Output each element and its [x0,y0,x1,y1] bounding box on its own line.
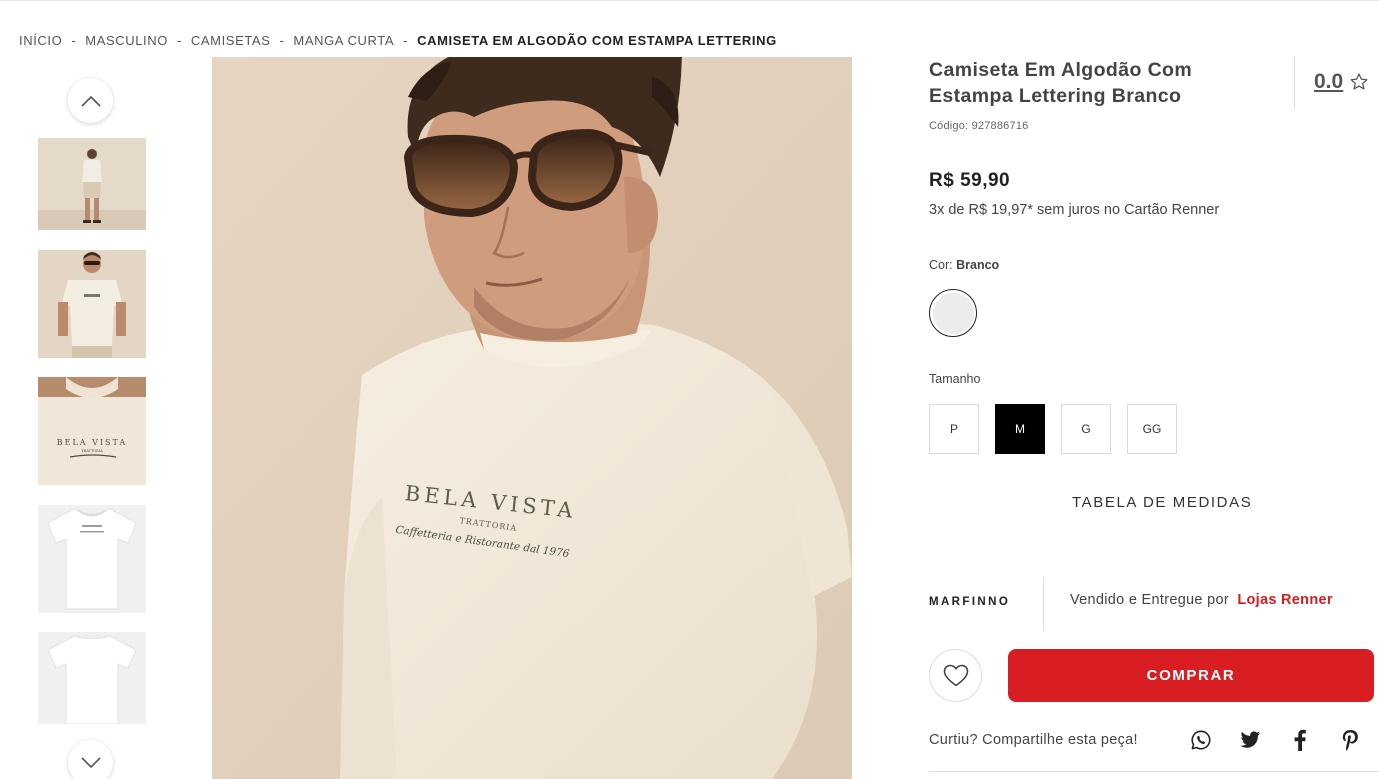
twitter-glyph [1240,731,1261,748]
breadcrumb: INÍCIO - MASCULINO - CAMISETAS - MANGA C… [19,32,777,48]
facebook-glyph [1294,729,1306,751]
whatsapp-icon[interactable] [1189,728,1213,752]
sold-by-text: Vendido e Entregue por [1070,592,1229,608]
breadcrumb-link-masculino[interactable]: MASCULINO [85,33,168,48]
thumbnails-up-button[interactable] [68,78,113,123]
color-label: Cor: Branco [929,258,999,272]
thumbnails-down-button[interactable] [68,740,113,779]
installments-text: 3x de R$ 19,97* sem juros no Cartão Renn… [929,202,1220,218]
svg-text:BELA VISTA: BELA VISTA [57,438,127,447]
share-label: Curtiu? Compartilhe esta peça! [929,732,1138,748]
thumbnail-product-front[interactable] [38,505,146,613]
chevron-down-icon [80,756,101,768]
size-option-p[interactable]: P [929,404,979,454]
thumbnail-print-detail[interactable]: BELA VISTA TRATTORIA [38,377,146,485]
swatch-fill [932,292,974,334]
size-chart-link[interactable]: TABELA DE MEDIDAS [1072,494,1252,511]
color-label-text: Cor: [929,258,953,272]
whatsapp-glyph [1191,730,1211,750]
chevron-up-icon [80,95,101,107]
thumbnail-image [38,250,146,358]
breadcrumb-link-manga-curta[interactable]: MANGA CURTA [293,33,394,48]
thumbnail-image [38,505,146,613]
size-option-m[interactable]: M [995,404,1045,454]
pinterest-icon[interactable] [1338,728,1362,752]
main-product-image[interactable]: BELA VISTA TRATTORIA Caffetteria e Risto… [212,57,852,779]
size-option-g[interactable]: G [1061,404,1111,454]
breadcrumb-link-inicio[interactable]: INÍCIO [19,33,62,48]
seller-info: Vendido e Entregue por Lojas Renner [1070,592,1333,608]
bottom-divider [929,771,1379,772]
pinterest-glyph [1342,730,1358,751]
store-link[interactable]: Lojas Renner [1237,592,1332,608]
wishlist-button[interactable] [929,649,982,702]
size-selector: P M G GG [929,404,1177,454]
product-price: R$ 59,90 [929,170,1011,191]
title-divider [1294,57,1295,109]
color-swatch-branco[interactable] [929,289,977,337]
facebook-icon[interactable] [1288,728,1312,752]
color-value: Branco [956,258,1000,272]
brand-logo: MARFINNO [929,596,1011,608]
breadcrumb-separator: - [403,32,409,48]
buy-button[interactable]: COMPRAR [1008,649,1374,702]
heart-icon [943,664,968,686]
top-rule [0,0,1379,1]
thumbnail-image [38,632,146,724]
product-code: Código: 927886716 [929,120,1028,132]
size-option-gg[interactable]: GG [1127,404,1177,454]
product-photo: BELA VISTA TRATTORIA Caffetteria e Risto… [212,57,852,779]
rating-value[interactable]: 0.0 [1314,70,1343,94]
svg-text:TRATTORIA: TRATTORIA [81,449,103,453]
product-code-label: Código: [929,120,969,132]
twitter-icon[interactable] [1238,728,1262,752]
thumbnail-image: BELA VISTA TRATTORIA [38,377,146,485]
breadcrumb-separator: - [71,32,77,48]
breadcrumb-link-camisetas[interactable]: CAMISETAS [191,33,271,48]
product-code-value: 927886716 [971,120,1029,132]
product-rating[interactable]: 0.0 [1314,70,1369,94]
thumbnail-full-body[interactable] [38,138,146,230]
thumbnail-front-model[interactable] [38,250,146,358]
thumbnail-product-back[interactable] [38,632,146,724]
seller-divider [1043,577,1044,631]
thumbnail-image [38,138,146,230]
product-title: Camiseta Em Algodão Com Estampa Letterin… [929,59,1193,107]
size-label: Tamanho [929,372,981,386]
breadcrumb-separator: - [176,32,182,48]
breadcrumb-separator: - [279,32,285,48]
star-icon [1350,73,1368,90]
breadcrumb-current: CAMISETA EM ALGODÃO COM ESTAMPA LETTERIN… [417,32,777,48]
